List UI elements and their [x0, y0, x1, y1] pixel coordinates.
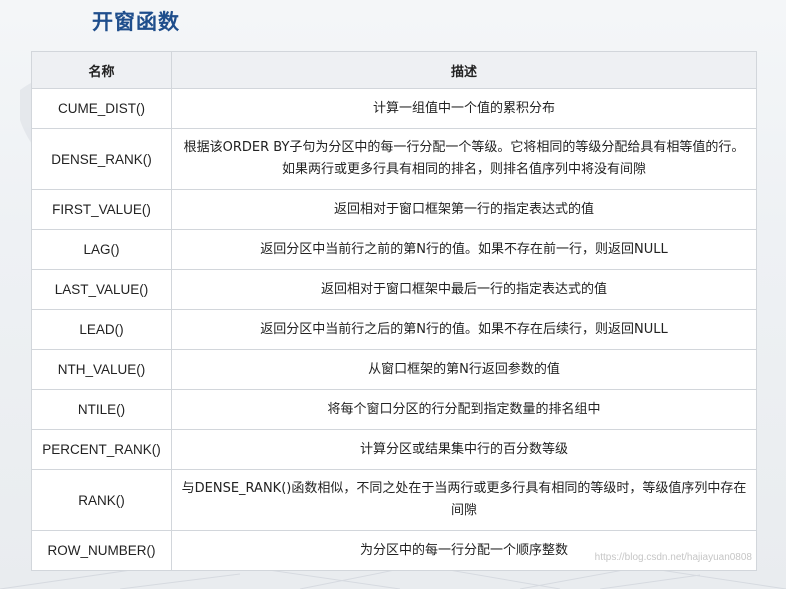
table-row: CUME_DIST() 计算一组值中一个值的累积分布	[31, 88, 757, 129]
function-description: 将每个窗口分区的行分配到指定数量的排名组中	[171, 389, 757, 430]
table-row: ROW_NUMBER() 为分区中的每一行分配一个顺序整数	[31, 530, 757, 571]
function-description: 从窗口框架的第N行返回参数的值	[171, 349, 757, 390]
header-name: 名称	[31, 51, 172, 89]
function-description: 与DENSE_RANK()函数相似，不同之处在于当两行或更多行具有相同的等级时，…	[171, 469, 757, 531]
function-description: 计算一组值中一个值的累积分布	[171, 88, 757, 129]
function-name: DENSE_RANK()	[31, 128, 172, 190]
function-name: NTILE()	[31, 389, 172, 430]
window-functions-table: 名称 描述 CUME_DIST() 计算一组值中一个值的累积分布 DENSE_R…	[31, 51, 757, 571]
table-row: RANK() 与DENSE_RANK()函数相似，不同之处在于当两行或更多行具有…	[31, 469, 757, 531]
table-row: FIRST_VALUE() 返回相对于窗口框架第一行的指定表达式的值	[31, 189, 757, 230]
watermark-url: https://blog.csdn.net/hajiayuan0808	[594, 552, 752, 563]
function-name: ROW_NUMBER()	[31, 530, 172, 571]
function-name: CUME_DIST()	[31, 88, 172, 129]
function-description: 根据该ORDER BY子句为分区中的每一行分配一个等级。它将相同的等级分配给具有…	[171, 128, 757, 190]
table-row: NTH_VALUE() 从窗口框架的第N行返回参数的值	[31, 349, 757, 390]
table-row: LEAD() 返回分区中当前行之后的第N行的值。如果不存在后续行，则返回NULL	[31, 309, 757, 350]
function-name: LAG()	[31, 229, 172, 270]
function-name: NTH_VALUE()	[31, 349, 172, 390]
header-description: 描述	[171, 51, 757, 89]
function-name: RANK()	[31, 469, 172, 531]
page-title: 开窗函数	[92, 10, 180, 34]
function-description: 返回分区中当前行之后的第N行的值。如果不存在后续行，则返回NULL	[171, 309, 757, 350]
function-description: 返回相对于窗口框架中最后一行的指定表达式的值	[171, 269, 757, 310]
table-row: PERCENT_RANK() 计算分区或结果集中行的百分数等级	[31, 429, 757, 470]
function-name: FIRST_VALUE()	[31, 189, 172, 230]
table-row: DENSE_RANK() 根据该ORDER BY子句为分区中的每一行分配一个等级…	[31, 128, 757, 190]
function-description: 计算分区或结果集中行的百分数等级	[171, 429, 757, 470]
function-name: LAST_VALUE()	[31, 269, 172, 310]
function-description: 为分区中的每一行分配一个顺序整数	[171, 530, 757, 571]
table-row: LAST_VALUE() 返回相对于窗口框架中最后一行的指定表达式的值	[31, 269, 757, 310]
function-name: PERCENT_RANK()	[31, 429, 172, 470]
function-description: 返回相对于窗口框架第一行的指定表达式的值	[171, 189, 757, 230]
table-row: NTILE() 将每个窗口分区的行分配到指定数量的排名组中	[31, 389, 757, 430]
function-description: 返回分区中当前行之前的第N行的值。如果不存在前一行，则返回NULL	[171, 229, 757, 270]
function-name: LEAD()	[31, 309, 172, 350]
table-header-row: 名称 描述	[31, 51, 757, 89]
table-row: LAG() 返回分区中当前行之前的第N行的值。如果不存在前一行，则返回NULL	[31, 229, 757, 270]
